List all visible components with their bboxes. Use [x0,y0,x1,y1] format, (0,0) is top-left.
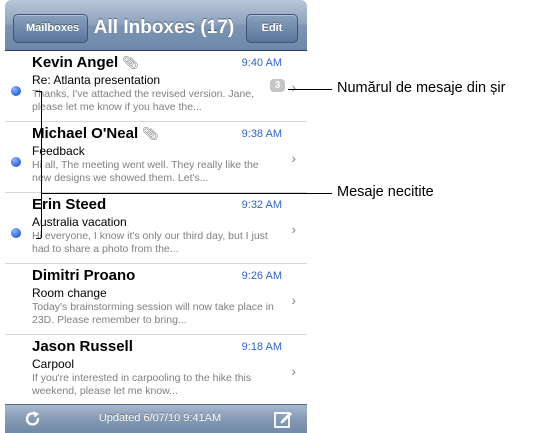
back-button-label: Mailboxes [26,22,80,34]
thread-count-badge: 3 [270,79,285,92]
bottom-toolbar: Updated 6/07/10 9:41AM [5,404,307,433]
callout-leader-line [288,89,332,90]
unread-callout-label: Mesaje necitite [337,184,434,200]
message-time: 9:26 AM [241,270,282,282]
message-time: 9:32 AM [241,199,282,211]
message-row[interactable]: Jason Russell 9:18 AM Carpool If you're … [5,335,307,406]
sender-name: Dimitri Proano [32,267,136,284]
sender-name: Kevin Angel 📎︎ [32,54,139,71]
chevron-right-icon: › [291,363,296,379]
message-row[interactable]: Michael O'Neal 📎︎ 9:38 AM Feedback Hi all… [5,122,307,193]
message-row[interactable]: Erin Steed 9:32 AM Australia vacation Hi… [5,193,307,264]
message-time: 9:40 AM [241,57,282,69]
last-updated-status: Updated 6/07/10 9:41AM [98,412,222,424]
message-subject: Carpool [32,357,75,371]
navigation-bar: Mailboxes All Inboxes (17) Edit [5,0,307,51]
message-time: 9:18 AM [241,341,282,353]
paperclip-icon: 📎︎ [122,55,139,70]
unread-indicator-icon [11,86,21,96]
page-title: All Inboxes (17) [93,17,235,38]
message-row[interactable]: Dimitri Proano 9:26 AM Room change Today… [5,264,307,335]
unread-indicator-icon [11,157,21,167]
unread-indicator-icon [11,228,21,238]
thread-count-callout-label: Numărul de mesaje din șir [337,80,506,96]
refresh-icon[interactable] [23,409,43,429]
chevron-right-icon: › [291,292,296,308]
message-preview: Hi all, The meeting went well. They real… [32,159,259,184]
message-preview: Hi everyone, I know it's only our third … [32,230,268,255]
message-row[interactable]: Kevin Angel 📎︎ 9:40 AM Re: Atlanta presen… [5,51,307,122]
message-preview: If you're interested in carpooling to th… [32,372,252,397]
callout-leader-line [41,193,332,194]
message-subject: Re: Atlanta presentation [32,73,161,87]
message-time: 9:38 AM [241,128,282,140]
sender-name: Jason Russell [32,338,133,355]
unread-bracket-vertical [41,91,42,238]
unread-bracket-bottom [36,238,41,239]
message-preview: Thanks, I've attached the revised versio… [32,88,255,113]
edit-button[interactable]: Edit [246,14,298,43]
chevron-right-icon: › [291,221,296,237]
message-subject: Australia vacation [32,215,127,229]
compose-icon[interactable] [273,409,293,429]
mailboxes-back-button[interactable]: Mailboxes [13,14,89,43]
chevron-right-icon: › [291,150,296,166]
chevron-right-icon: › [291,79,296,95]
paperclip-icon: 📎︎ [142,126,159,141]
mail-app-screen: Mailboxes All Inboxes (17) Edit Kevin An… [5,0,307,433]
sender-name: Michael O'Neal 📎︎ [32,125,159,142]
sender-name: Erin Steed [32,196,107,213]
message-list: Kevin Angel 📎︎ 9:40 AM Re: Atlanta presen… [5,51,307,406]
message-subject: Room change [32,286,107,300]
message-preview: Today's brainstorming session will now t… [32,301,274,326]
message-subject: Feedback [32,144,85,158]
